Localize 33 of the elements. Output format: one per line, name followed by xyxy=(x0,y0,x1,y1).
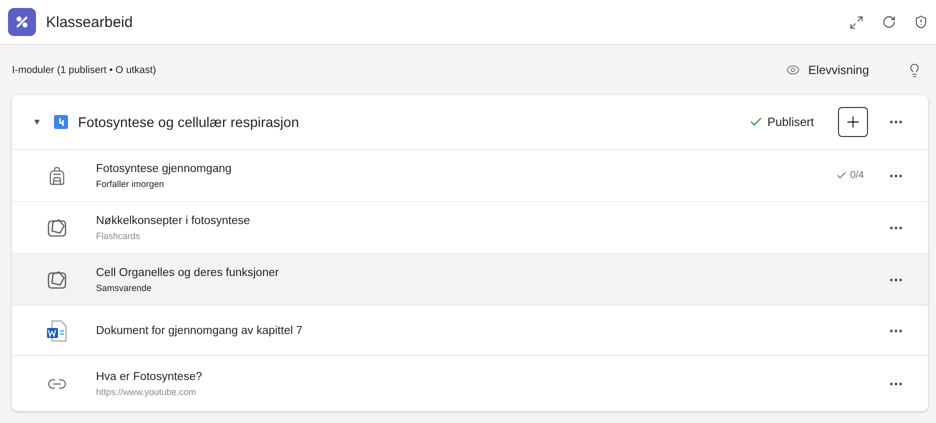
student-view-button[interactable]: Elevvisning xyxy=(786,63,869,77)
refresh-icon[interactable] xyxy=(882,15,896,29)
submission-count: 0/4 xyxy=(836,170,864,181)
app-logo-icon xyxy=(8,8,36,36)
app-title: Klassearbeid xyxy=(46,14,134,30)
item-title: Nøkkelkonsepter i fotosyntese xyxy=(96,214,252,226)
module-item[interactable]: Cell Organelles og deres funksjoner Samsvarende xyxy=(12,254,928,306)
item-title: Hva er Fotosyntese? xyxy=(96,370,204,382)
modules-summary: I-moduler (1 publisert • O utkast) xyxy=(12,64,158,76)
cards-icon xyxy=(47,218,67,238)
add-button[interactable] xyxy=(838,107,868,137)
module-icon xyxy=(54,115,68,129)
item-subtitle: https://www.youtube.com xyxy=(96,386,198,396)
shield-icon[interactable] xyxy=(914,15,928,29)
module-item[interactable]: Dokument for gjennomgang av kapittel 7 xyxy=(12,306,928,356)
publish-status: Publisert xyxy=(749,115,814,129)
item-title: Fotosyntese gjennomgang xyxy=(96,162,233,174)
module-title: Fotosyntese og cellulær respirasjon xyxy=(78,114,300,130)
backpack-icon xyxy=(47,166,67,186)
module-item[interactable]: Hva er Fotosyntese? https://www.youtube.com xyxy=(12,356,928,411)
cards-icon xyxy=(47,270,67,290)
item-subtitle: Samsvarende xyxy=(96,282,153,292)
word-document-icon xyxy=(46,320,68,342)
expand-icon[interactable] xyxy=(849,14,864,30)
item-subtitle: Flashcards xyxy=(96,230,142,240)
item-subtitle: Forfaller imorgen xyxy=(96,178,166,188)
check-icon xyxy=(836,170,848,181)
caret-icon[interactable] xyxy=(34,119,40,125)
module-item[interactable]: Nøkkelkonsepter i fotosyntese Flashcards xyxy=(12,202,928,254)
item-title: Cell Organelles og deres funksjoner xyxy=(96,266,280,278)
eye-icon xyxy=(786,63,800,77)
module-item[interactable]: Fotosyntese gjennomgang Forfaller imorgen 0/4 xyxy=(12,150,928,202)
item-title: Dokument for gjennomgang av kapittel 7 xyxy=(96,324,304,336)
